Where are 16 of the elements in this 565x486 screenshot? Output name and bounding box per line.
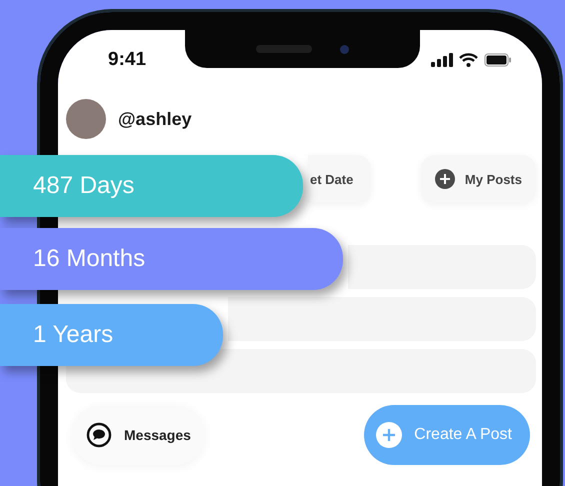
avatar[interactable]: [66, 99, 106, 139]
user-handle: @ashley: [118, 108, 192, 130]
wifi-icon: [459, 53, 478, 67]
counter-badge: 1 Years: [0, 304, 223, 366]
counter-badge: 487 Days: [0, 155, 303, 217]
post-card[interactable]: [228, 297, 536, 341]
plus-icon: [434, 169, 455, 189]
action-button[interactable]: et Date: [308, 155, 372, 203]
chat-bubble-icon: [86, 422, 112, 448]
status-time: 9:41: [108, 49, 146, 71]
plus-icon: [376, 422, 402, 448]
signal-icon: [431, 53, 453, 67]
counter-badge: 16 Months: [0, 228, 343, 290]
battery-icon: [484, 53, 512, 67]
action-button[interactable]: My Posts: [420, 155, 536, 203]
messages-button[interactable]: Messages: [72, 405, 205, 465]
